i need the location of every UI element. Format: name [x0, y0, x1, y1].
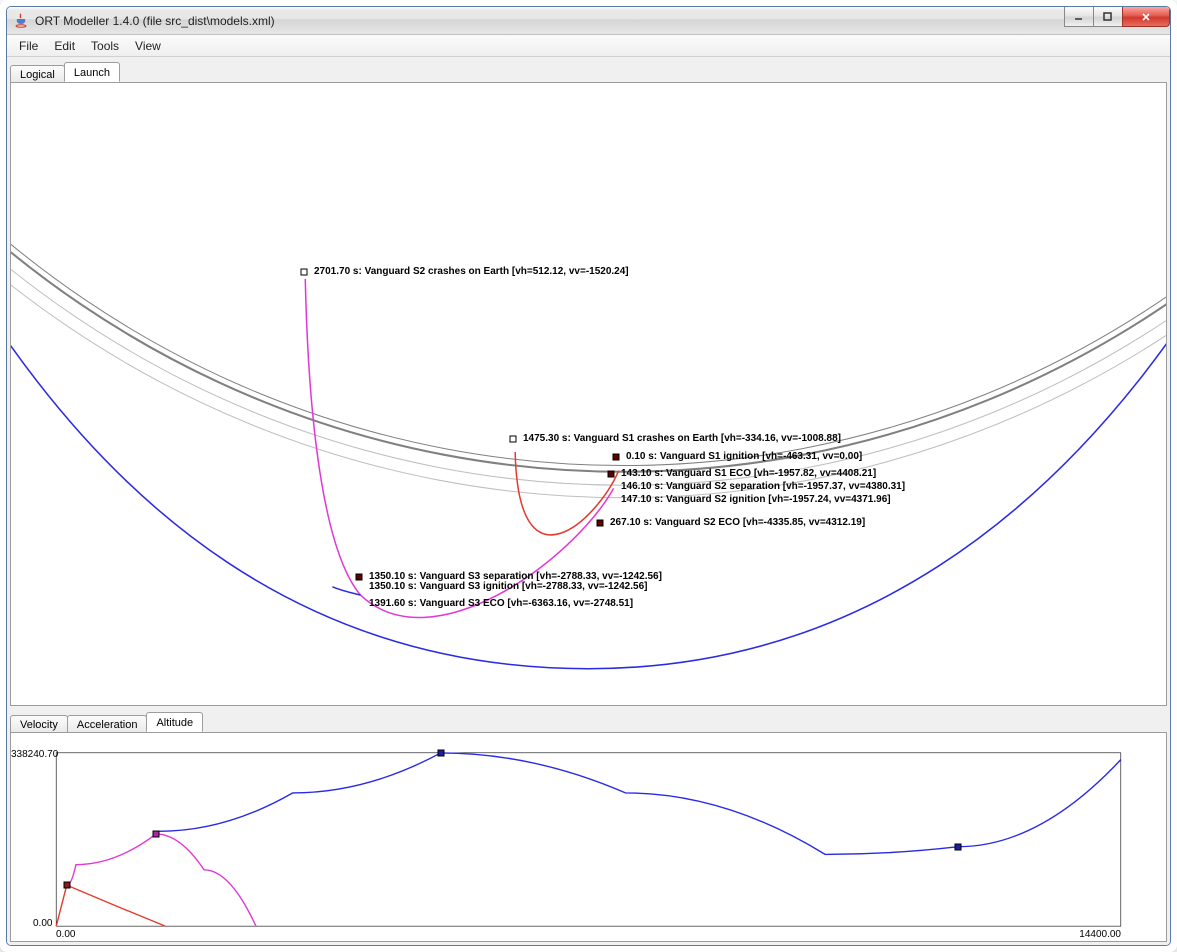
bottom-section: Velocity Acceleration Altitude 338240.70… [10, 710, 1167, 942]
tab-acceleration[interactable]: Acceleration [67, 715, 148, 733]
top-tabrow: Logical Launch [10, 60, 1167, 82]
tab-altitude[interactable]: Altitude [146, 712, 203, 732]
event-label: 0.10 s: Vanguard S1 ignition [vh=-463.31… [626, 451, 862, 463]
plot-marker [437, 749, 444, 756]
x-axis-min: 0.00 [56, 929, 75, 940]
java-cup-icon [13, 13, 29, 29]
window-title: ORT Modeller 1.4.0 (file src_dist\models… [35, 14, 275, 28]
minimize-button[interactable] [1064, 7, 1094, 27]
maximize-button[interactable] [1093, 7, 1123, 27]
tab-launch[interactable]: Launch [64, 62, 120, 82]
event-label: 267.10 s: Vanguard S2 ECO [vh=-4335.85, … [610, 517, 865, 529]
event-label: 147.10 s: Vanguard S2 ignition [vh=-1957… [621, 494, 891, 506]
trajectory-panel[interactable]: 2701.70 s: Vanguard S2 crashes on Earth … [10, 82, 1167, 706]
menubar: File Edit Tools View [7, 35, 1170, 57]
menu-file[interactable]: File [11, 37, 46, 55]
plot-marker [955, 843, 962, 850]
event-marker [613, 454, 620, 461]
event-marker [301, 269, 308, 276]
altitude-plot[interactable]: 338240.70 0.00 0.00 14400.00 [10, 732, 1167, 942]
event-label: 143.10 s: Vanguard S1 ECO [vh=-1957.82, … [621, 468, 876, 480]
trajectory-canvas [11, 83, 1166, 705]
event-marker [356, 574, 363, 581]
event-label: 146.10 s: Vanguard S2 separation [vh=-19… [621, 481, 905, 493]
event-marker [597, 520, 604, 527]
menu-edit[interactable]: Edit [46, 37, 83, 55]
event-label: 2701.70 s: Vanguard S2 crashes on Earth … [314, 266, 629, 278]
plot-marker [153, 830, 160, 837]
event-marker [608, 471, 615, 478]
window-controls [1065, 7, 1170, 27]
y-axis-max: 338240.70 [11, 749, 58, 760]
close-button[interactable] [1122, 7, 1170, 27]
altitude-canvas [11, 733, 1166, 941]
event-label: 1350.10 s: Vanguard S3 ignition [vh=-278… [369, 581, 647, 593]
event-label: 1475.30 s: Vanguard S1 crashes on Earth … [523, 433, 841, 445]
x-axis-max: 14400.00 [1079, 929, 1121, 940]
event-label: 1391.60 s: Vanguard S3 ECO [vh=-6363.16,… [369, 598, 633, 610]
plot-marker [63, 882, 70, 889]
menu-tools[interactable]: Tools [83, 37, 127, 55]
bottom-tabrow: Velocity Acceleration Altitude [10, 710, 1167, 732]
event-marker [510, 436, 517, 443]
titlebar: ORT Modeller 1.4.0 (file src_dist\models… [7, 7, 1170, 35]
client-area: Logical Launch 2701.70 s: Vanguard S2 cr… [7, 57, 1170, 945]
tab-velocity[interactable]: Velocity [10, 715, 68, 733]
y-axis-min: 0.00 [33, 918, 52, 929]
menu-view[interactable]: View [127, 37, 169, 55]
application-window: ORT Modeller 1.4.0 (file src_dist\models… [6, 6, 1171, 946]
tab-logical[interactable]: Logical [10, 65, 65, 83]
